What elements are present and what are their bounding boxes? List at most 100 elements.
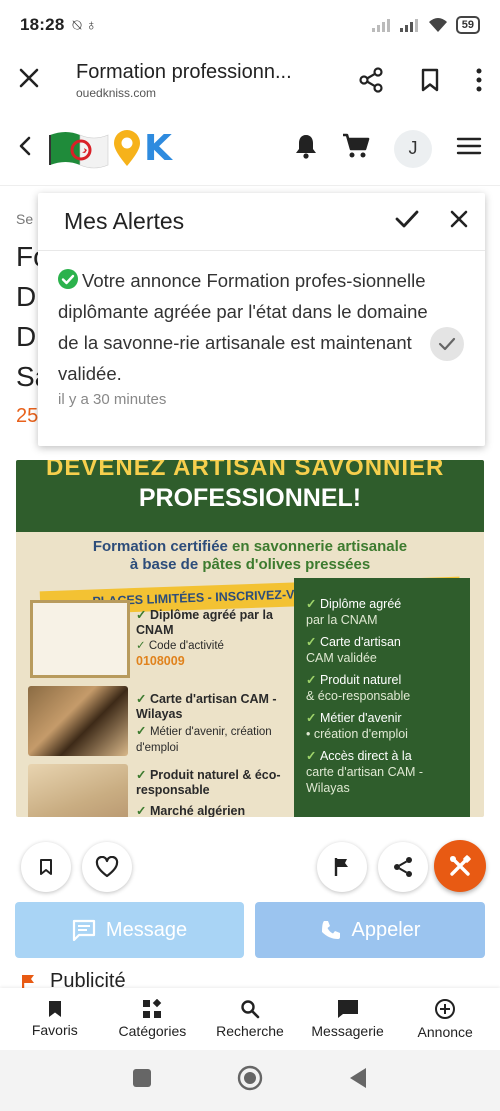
location-pin-icon [114, 129, 140, 166]
check-icon: ✓ [306, 673, 320, 687]
ad-point: ✓ Métier d'avenir • création d'emploi [306, 710, 460, 742]
bottom-navigation: Favoris Catégories Recherche Messagerie … [0, 988, 500, 1050]
breadcrumb[interactable]: Se [16, 211, 33, 227]
ad-left-column: ✓ Diplôme agréé par la CNAM ✓ Code d'act… [28, 600, 298, 817]
diploma-image [30, 600, 130, 678]
add-circle-icon [435, 999, 456, 1019]
logo-ok: K [112, 128, 172, 169]
alert-item[interactable]: Votre annonce Formation profes-sionnelle… [58, 265, 428, 389]
soap-image [28, 686, 128, 756]
ad-point-sub: Code d'activité [148, 640, 224, 652]
message-button-label: Message [105, 918, 188, 941]
alert-text: Votre annonce Formation profes-sionnelle… [58, 270, 428, 384]
signal-off-icon [371, 19, 390, 32]
bell-icon [296, 135, 316, 159]
recents-icon [133, 1069, 152, 1087]
nav-label: Messagerie [311, 1023, 384, 1039]
signal-icon [399, 19, 418, 32]
close-alerts-button[interactable] [449, 209, 469, 234]
browser-actions [358, 67, 482, 93]
notifications-button[interactable] [294, 133, 318, 164]
home-button[interactable] [237, 1065, 263, 1096]
phone-icon [321, 921, 340, 939]
ad-point: ✓ Diplôme agréé par la CNAM ✓ Code d'act… [136, 608, 306, 669]
ad-point: ✓ Diplôme agréé par la CNAM [306, 596, 460, 628]
share-listing-button[interactable] [378, 842, 428, 892]
ad-headline-1: DEVENEZ ARTISAN SAVONNIER [46, 460, 445, 481]
call-button-label: Appeler [351, 918, 421, 941]
contact-buttons: Message Appeler [0, 902, 500, 958]
ad-point-title: Accès direct à la [319, 749, 412, 763]
chevron-left-icon [19, 136, 31, 156]
ad-sub-2a: à base de [129, 556, 203, 573]
mark-all-read-button[interactable] [395, 209, 419, 234]
ad-point-title: Carte d'artisan CAM - Wilayas [136, 692, 277, 721]
tools-fab-button[interactable] [434, 840, 486, 892]
check-icon [395, 210, 419, 228]
battery-indicator: 59 [455, 16, 480, 34]
back-button[interactable] [18, 136, 32, 161]
site-logo[interactable]: K [46, 128, 172, 169]
ad-point: ✓ Accès direct à la carte d'artisan CAM -… [306, 748, 460, 796]
nav-recherche[interactable]: Recherche [205, 988, 295, 1050]
more-menu-button[interactable] [476, 68, 482, 92]
bookmark-icon [48, 1001, 61, 1017]
categories-icon [143, 999, 162, 1018]
close-tab-button[interactable] [18, 65, 46, 96]
ad-point: ✓ Produit naturel & éco-responsable [136, 768, 306, 798]
hamburger-menu-button[interactable] [456, 136, 482, 161]
tools-icon [450, 855, 471, 876]
notification-icons: ⍉ ♁ [72, 16, 97, 34]
save-listing-button[interactable] [21, 842, 71, 892]
report-button[interactable] [317, 842, 367, 892]
nav-messagerie[interactable]: Messagerie [303, 988, 393, 1050]
nav-favoris[interactable]: Favoris [10, 988, 100, 1050]
ad-point-title: Produit naturel [319, 673, 402, 687]
back-nav-button[interactable] [348, 1067, 368, 1094]
recents-button[interactable] [132, 1068, 152, 1093]
home-icon [237, 1065, 263, 1091]
nav-annonce[interactable]: Annonce [400, 988, 490, 1050]
listing-price: 25 [16, 405, 39, 427]
ad-header: DEVENEZ ARTISAN SAVONNIER PROFESSIONNEL! [16, 460, 484, 532]
share-button[interactable] [358, 67, 384, 93]
status-right: 59 [371, 16, 480, 34]
bookmark-button[interactable] [420, 68, 440, 92]
mark-read-button[interactable] [430, 327, 464, 361]
chat-icon [337, 1000, 358, 1018]
flag-logo-icon [49, 131, 109, 168]
soap-image [28, 764, 128, 817]
cart-button[interactable] [342, 133, 370, 164]
check-icon: ✓ [306, 711, 320, 725]
system-navigation [0, 1050, 500, 1111]
alerts-actions [395, 209, 469, 234]
ad-point: ✓ Marché algérien [136, 804, 306, 817]
heart-icon [95, 856, 119, 878]
browser-toolbar: Formation professionn... ouedkniss.com [0, 50, 500, 110]
alerts-header: Mes Alertes [38, 193, 485, 251]
header-actions: J [294, 129, 482, 168]
favorite-button[interactable] [82, 842, 132, 892]
page-title: Formation professionn... [76, 60, 292, 83]
close-icon [19, 68, 39, 87]
call-button[interactable]: Appeler [255, 902, 485, 958]
user-avatar[interactable]: J [394, 129, 432, 168]
browser-title-block: Formation professionn... ouedkniss.com [76, 61, 346, 100]
ad-sub-1a: Formation certifiée [92, 538, 228, 555]
check-icon [438, 337, 456, 351]
ad-point-title: Diplôme agréé [319, 597, 402, 611]
ad-point: ✓ Carte d'artisan CAM validée [306, 634, 460, 666]
share-icon [359, 67, 383, 93]
site-header: K J [0, 112, 500, 186]
status-bar: 18:28 ⍉ ♁ 59 [0, 0, 500, 50]
message-button[interactable]: Message [15, 902, 244, 958]
listing-image[interactable]: DEVENEZ ARTISAN SAVONNIER PROFESSIONNEL!… [16, 460, 484, 817]
activity-code: 0108009 [136, 654, 185, 668]
ad-subtitle: Formation certifiée en savonnerie artisa… [16, 538, 484, 574]
ad-point-title: Métier d'avenir, création d'emploi [136, 726, 272, 754]
check-icon: ✓ [306, 749, 320, 763]
nav-categories[interactable]: Catégories [107, 988, 197, 1050]
ad-right-column: ✓ Diplôme agréé par la CNAM ✓ Carte d'art… [294, 578, 470, 817]
back-triangle-icon [349, 1068, 366, 1088]
alerts-title: Mes Alertes [64, 208, 185, 234]
